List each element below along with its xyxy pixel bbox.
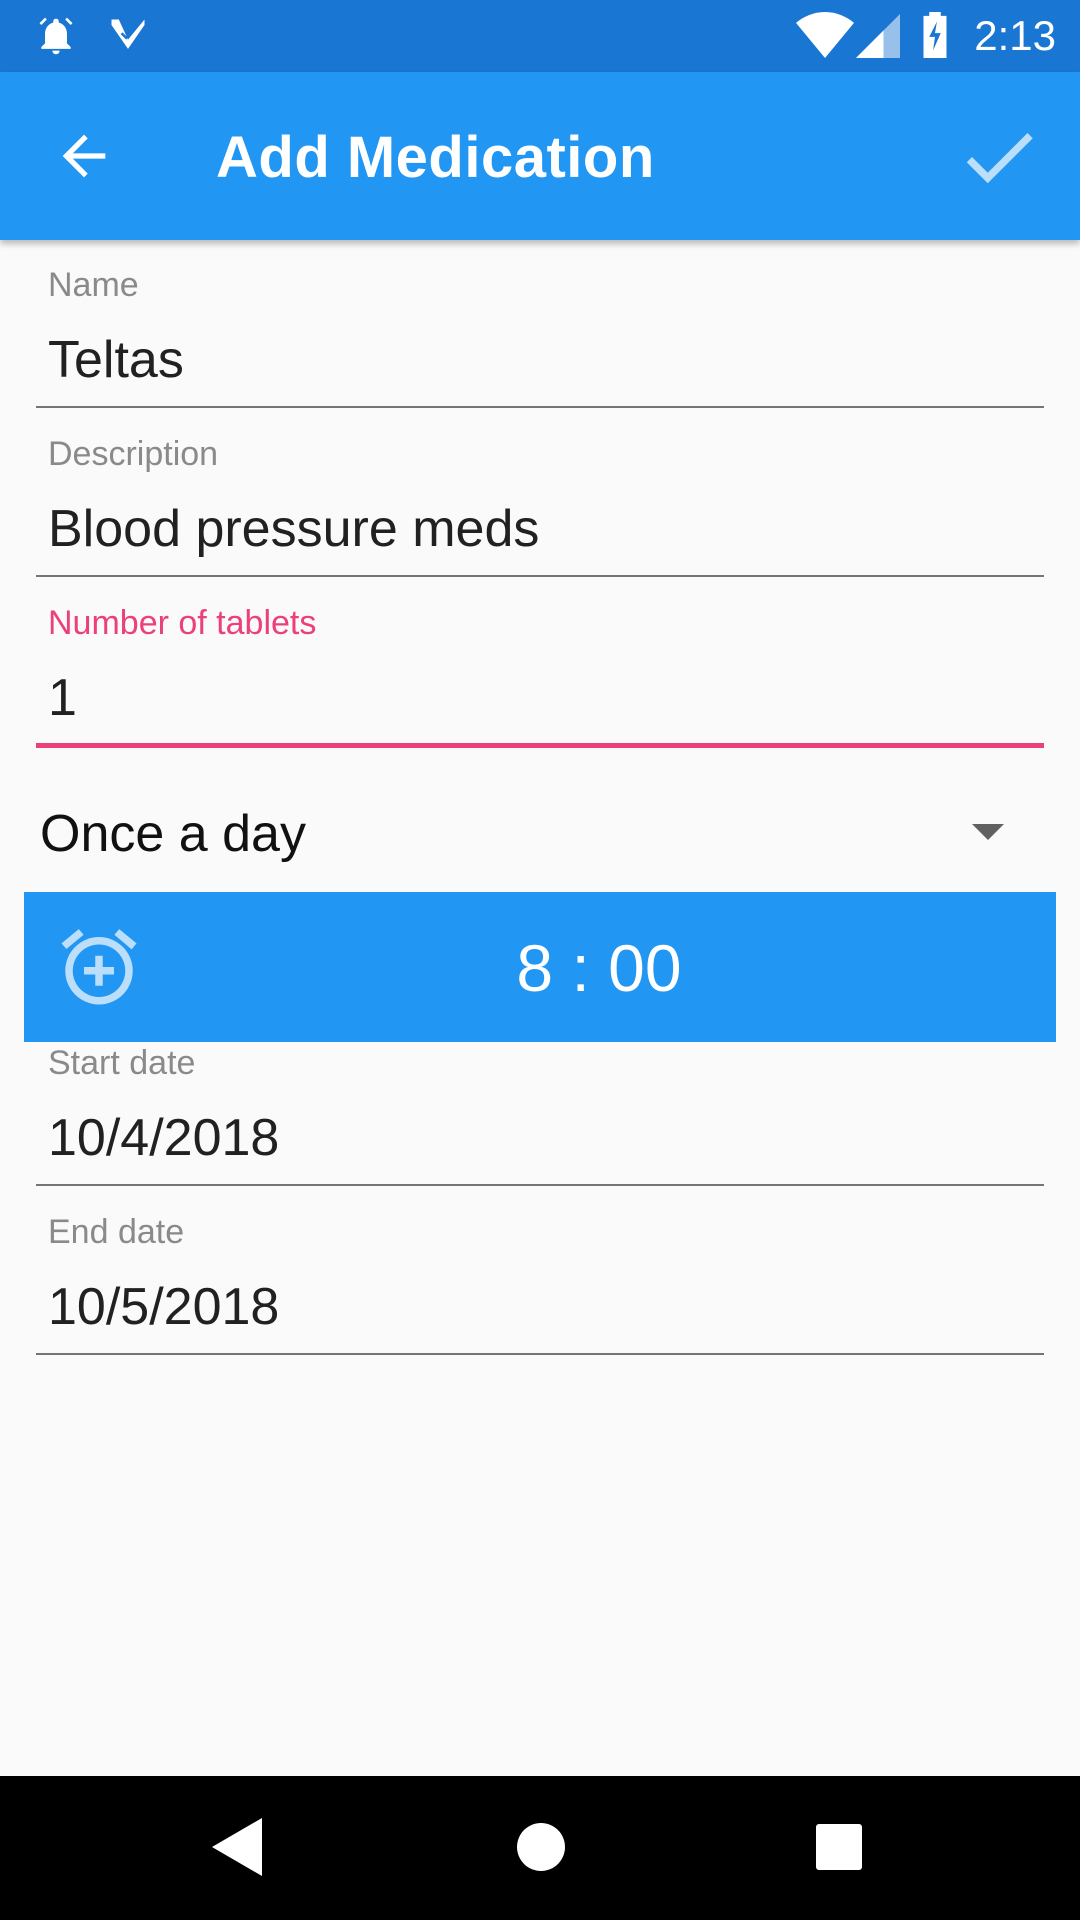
frequency-selected: Once a day [40,805,306,863]
start-date-underline [36,1184,1044,1186]
name-field: Name [36,266,1044,410]
end-date-input[interactable] [48,1277,1028,1337]
frequency-dropdown[interactable]: Once a day [24,790,1024,880]
tablets-field: Number of tablets [36,604,1044,752]
reminder-time-row[interactable]: 8 : 00 [24,892,1056,1042]
check-icon [954,133,1044,206]
recents-square-icon[interactable] [816,1824,862,1875]
description-underline [36,575,1044,577]
description-field: Description [36,435,1044,579]
tablets-underline [36,743,1044,748]
alarm-icon [34,14,78,63]
start-date-input[interactable] [48,1108,1028,1168]
back-button[interactable] [52,124,116,188]
battery-charging-icon [920,12,950,63]
app-bar: Add Medication [0,72,1080,240]
clock: 2:13 [974,12,1056,59]
start-date-label: Start date [48,1044,196,1082]
end-date-label: End date [48,1213,185,1251]
dropdown-arrow-icon [972,824,1004,847]
end-date-underline [36,1353,1044,1355]
home-circle-icon[interactable] [516,1822,566,1877]
page-title: Add Medication [216,125,655,190]
tablets-input[interactable] [48,668,1028,728]
end-date-field: End date [36,1213,1044,1357]
description-input[interactable] [48,499,1028,559]
arrow-back-icon [52,134,116,192]
status-bar: 2:13 [0,0,1080,72]
start-date-field: Start date [36,1044,1044,1188]
name-label: Name [48,266,139,304]
name-input[interactable] [48,330,1028,390]
name-underline [36,406,1044,408]
save-button[interactable] [954,112,1044,202]
tablets-label: Number of tablets [48,604,317,642]
wifi-icon [796,12,854,63]
reminder-time: 8 : 00 [516,931,682,1005]
signal-icon [856,14,900,63]
navigation-bar [0,1776,1080,1920]
description-label: Description [48,435,219,473]
tasks-check-icon [106,14,150,63]
back-triangle-icon[interactable] [212,1818,262,1881]
